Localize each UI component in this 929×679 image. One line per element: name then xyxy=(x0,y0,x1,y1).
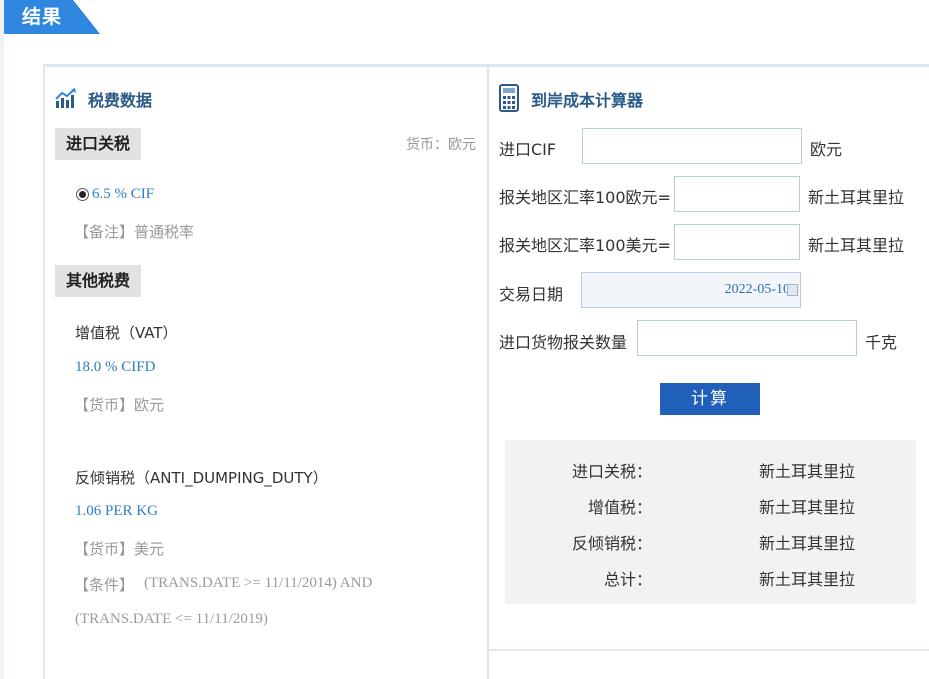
condition-prefix: 【条件】 xyxy=(74,576,135,594)
duty-rate: 6.5 % CIF xyxy=(92,186,155,202)
trade-date-value: 2022-05-10 xyxy=(724,282,790,297)
column-divider xyxy=(487,67,489,679)
result-value-duty: 新土耳其里拉 xyxy=(759,462,856,481)
bottom-divider xyxy=(489,649,929,651)
result-value-total: 新土耳其里拉 xyxy=(759,570,856,589)
anti-dumping-currency: 【货币】美元 xyxy=(74,540,165,558)
vat-rate: 18.0 % CIFD xyxy=(75,359,156,375)
vat-name: 增值税（VAT） xyxy=(75,324,178,342)
cif-unit: 欧元 xyxy=(810,140,843,159)
duty-rate-radio[interactable] xyxy=(76,188,89,201)
cif-input[interactable] xyxy=(582,128,802,164)
result-label-total: 总计： xyxy=(603,570,652,589)
duty-remark: 【备注】普通税率 xyxy=(74,223,195,241)
currency-note: 货币：欧元 xyxy=(406,137,476,153)
quantity-unit: 千克 xyxy=(865,333,898,352)
other-tax-tag: 其他税费 xyxy=(55,265,142,297)
left-rail xyxy=(0,0,4,679)
import-duty-tag: 进口关税 xyxy=(55,128,142,160)
result-label-duty: 进口关税： xyxy=(571,462,652,481)
trade-date-label: 交易日期 xyxy=(499,285,564,304)
condition-line-1: (TRANS.DATE >= 11/11/2014) AND xyxy=(144,575,373,591)
trade-date-input[interactable]: 2022-05-10 xyxy=(581,272,801,308)
calendar-icon[interactable] xyxy=(787,284,798,296)
calculator-title: 到岸成本计算器 xyxy=(531,91,644,110)
result-label-vat: 增值税： xyxy=(587,498,652,517)
eur-rate-unit: 新土耳其里拉 xyxy=(808,188,905,207)
eur-rate-label: 报关地区汇率100欧元= xyxy=(499,188,671,207)
result-value-anti-dumping: 新土耳其里拉 xyxy=(759,534,856,553)
usd-rate-label: 报关地区汇率100美元= xyxy=(499,236,671,255)
calculator-icon xyxy=(499,84,519,112)
result-value-vat: 新土耳其里拉 xyxy=(759,498,856,517)
quantity-label: 进口货物报关数量 xyxy=(499,333,628,352)
calculate-button[interactable]: 计算 xyxy=(660,383,760,415)
anti-dumping-name: 反倾销税（ANTI_DUMPING_DUTY） xyxy=(75,469,328,487)
result-tab[interactable]: 结果 xyxy=(4,0,100,34)
tax-data-title: 税费数据 xyxy=(88,91,153,110)
chart-icon xyxy=(55,88,76,108)
cif-label: 进口CIF xyxy=(499,140,557,159)
usd-rate-unit: 新土耳其里拉 xyxy=(808,236,905,255)
eur-rate-input[interactable] xyxy=(674,176,800,212)
vat-currency: 【货币】欧元 xyxy=(74,396,165,414)
usd-rate-input[interactable] xyxy=(674,224,800,260)
result-label-anti-dumping: 反倾销税： xyxy=(571,534,652,553)
anti-dumping-rate: 1.06 PER KG xyxy=(75,503,158,519)
quantity-input[interactable] xyxy=(637,320,857,356)
condition-line-2: (TRANS.DATE <= 11/11/2019) xyxy=(75,611,268,627)
